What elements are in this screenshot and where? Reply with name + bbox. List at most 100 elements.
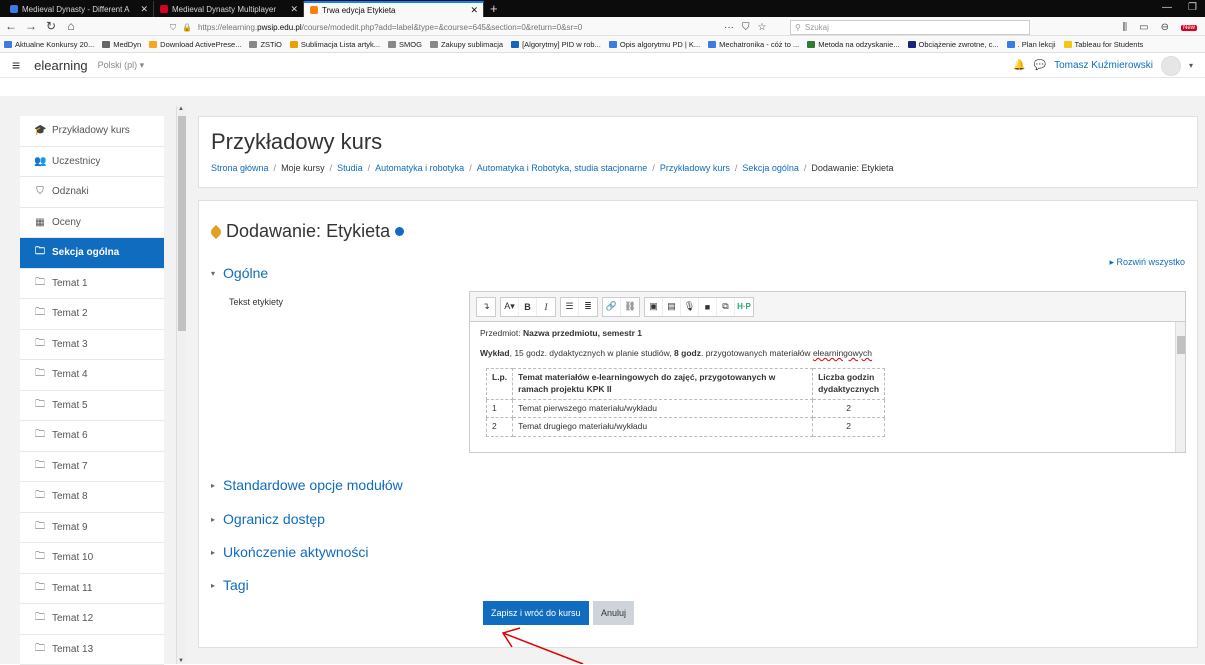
bookmark-item[interactable]: SMOG: [388, 40, 422, 49]
bookmark-item[interactable]: MedDyn: [102, 40, 141, 49]
star-icon[interactable]: ☆: [758, 22, 767, 33]
reload-icon[interactable]: ↻: [44, 19, 58, 33]
account-icon[interactable]: ⊖: [1161, 22, 1169, 33]
bookmark-item[interactable]: . Plan lekcji: [1007, 40, 1056, 49]
scroll-up-icon[interactable]: ▲: [178, 106, 184, 112]
bookmark-item[interactable]: Download ActivePrese...: [149, 40, 241, 49]
shield-icon[interactable]: ⛉: [170, 23, 176, 33]
chat-icon[interactable]: 💬: [1034, 60, 1046, 71]
bookmark-item[interactable]: Aktualne Konkursy 20...: [4, 40, 94, 49]
bookmark-item[interactable]: Tableau for Students: [1064, 40, 1144, 49]
numbered-list-icon[interactable]: ≣: [579, 298, 597, 316]
microphone-icon[interactable]: 🎙: [681, 298, 699, 316]
image-icon[interactable]: ▣: [645, 298, 663, 316]
bookmark-item[interactable]: [Algorytmy] PID w rob...: [511, 40, 601, 49]
section-module-settings[interactable]: ▸ Standardowe opcje modułów: [211, 477, 403, 493]
bookmark-item[interactable]: Obciążenie zwrotne, c...: [908, 40, 999, 49]
editor-content[interactable]: Przedmiot: Nazwa przedmiotu, semestr 1 W…: [470, 322, 1175, 452]
library-icon[interactable]: ⫼: [1123, 22, 1128, 33]
chevron-down-icon[interactable]: ▾: [1189, 61, 1193, 70]
bold-icon[interactable]: B: [519, 298, 537, 316]
home-icon[interactable]: ⌂: [64, 19, 78, 33]
section-restrict-access[interactable]: ▸ Ogranicz dostęp: [211, 511, 325, 527]
sidebar-item[interactable]: ⛉Odznaki: [20, 177, 164, 208]
scroll-down-icon[interactable]: ▼: [178, 658, 184, 664]
sidebar-item[interactable]: 🗀Temat 5: [20, 391, 164, 422]
language-selector[interactable]: Polski (pl) ▾: [98, 60, 145, 71]
close-icon[interactable]: ✕: [290, 4, 298, 15]
user-name[interactable]: Tomasz Kuźmierowski: [1054, 60, 1153, 71]
breadcrumb-item[interactable]: Automatyka i robotyka: [375, 163, 464, 173]
pocket-icon[interactable]: ⛉: [742, 22, 750, 33]
scrollbar-thumb[interactable]: [1177, 336, 1185, 354]
sidebar-item[interactable]: 🗀Temat 11: [20, 574, 164, 605]
bookmark-item[interactable]: Mechatronika - cóż to ...: [708, 40, 799, 49]
sidebar-item[interactable]: 🗀Sekcja ogólna: [20, 238, 164, 269]
close-icon[interactable]: ✕: [140, 4, 148, 15]
breadcrumb-item[interactable]: Sekcja ogólna: [742, 163, 799, 173]
sidebar-item[interactable]: 🗀Temat 10: [20, 543, 164, 574]
sidebar-item[interactable]: 🗀Temat 12: [20, 604, 164, 635]
help-icon[interactable]: [395, 227, 404, 236]
sidebar-item[interactable]: 🗀Temat 1: [20, 269, 164, 300]
italic-icon[interactable]: I: [537, 298, 555, 316]
page-scrollbar[interactable]: ▲ ▼: [176, 106, 186, 664]
collapse-icon[interactable]: ↴: [477, 298, 495, 316]
bookmark-item[interactable]: ZSTiO: [249, 40, 281, 49]
bullet-list-icon[interactable]: ☰: [561, 298, 579, 316]
user-menu[interactable]: 🔔 💬 Tomasz Kuźmierowski ▾: [1013, 53, 1193, 78]
breadcrumb-item[interactable]: Studia: [337, 163, 363, 173]
bookmark-item[interactable]: Zakupy sublimacja: [430, 40, 503, 49]
video-icon[interactable]: ■: [699, 298, 717, 316]
sidebar-icon[interactable]: ▭: [1139, 22, 1148, 33]
sidebar-item[interactable]: 🗀Temat 7: [20, 452, 164, 483]
bookmark-item[interactable]: Opis algorytmu PD | K...: [609, 40, 700, 49]
close-icon[interactable]: ✕: [470, 5, 478, 16]
minimize-icon[interactable]: —: [1162, 2, 1172, 13]
menu-icon[interactable]: ≡: [12, 57, 20, 73]
sidebar-item[interactable]: 👥Uczestnicy: [20, 147, 164, 178]
sidebar-item[interactable]: 🗀Temat 9: [20, 513, 164, 544]
section-general[interactable]: ▾ Ogólne: [211, 265, 268, 281]
text-style-icon[interactable]: A▾: [501, 298, 519, 316]
browser-tab[interactable]: Medieval Dynasty Multiplayer ✕: [154, 1, 304, 17]
section-tags[interactable]: ▸ Tagi: [211, 577, 249, 593]
url-bar[interactable]: ⛉ 🔒 https://elearning.pwsip.edu.pl/cours…: [164, 19, 724, 36]
sidebar-item[interactable]: ▦Oceny: [20, 208, 164, 239]
back-icon[interactable]: ←: [4, 19, 18, 33]
expand-all-link[interactable]: ▸ Rozwiń wszystko: [1109, 257, 1185, 268]
section-completion[interactable]: ▸ Ukończenie aktywności: [211, 544, 369, 560]
media-icon[interactable]: ▤: [663, 298, 681, 316]
sidebar-item[interactable]: 🗀Temat 8: [20, 482, 164, 513]
breadcrumb-item[interactable]: Strona główna: [211, 163, 269, 173]
sidebar-item[interactable]: 🗀Temat 4: [20, 360, 164, 391]
editor-scrollbar[interactable]: [1175, 322, 1185, 452]
avatar[interactable]: [1161, 56, 1181, 76]
scrollbar-thumb[interactable]: [178, 116, 186, 331]
link-icon[interactable]: 🔗: [603, 298, 621, 316]
bell-icon[interactable]: 🔔: [1013, 60, 1025, 71]
breadcrumb-item[interactable]: Przykładowy kurs: [660, 163, 730, 173]
sidebar-item[interactable]: 🗀Temat 3: [20, 330, 164, 361]
site-brand[interactable]: elearning: [34, 58, 88, 73]
save-return-button[interactable]: Zapisz i wróć do kursu: [483, 601, 589, 625]
browser-tab[interactable]: Medieval Dynasty - Different A ✕: [4, 1, 154, 17]
sidebar-item[interactable]: 🎓Przykładowy kurs: [20, 116, 164, 147]
sidebar-item[interactable]: 🗀Temat 6: [20, 421, 164, 452]
breadcrumb-item[interactable]: Automatyka i Robotyka, studia stacjonarn…: [477, 163, 648, 173]
more-icon[interactable]: ···: [724, 22, 734, 33]
maximize-icon[interactable]: ❐: [1188, 2, 1197, 13]
new-tab-icon[interactable]: +: [490, 1, 498, 16]
search-input[interactable]: ⚲ Szukaj: [790, 20, 1030, 35]
unlink-icon[interactable]: ⛓: [621, 298, 639, 316]
h5p-icon[interactable]: H·P: [735, 298, 753, 316]
copy-icon[interactable]: ⧉: [717, 298, 735, 316]
cancel-button[interactable]: Anuluj: [593, 601, 634, 625]
bookmark-item[interactable]: Metoda na odzyskanie...: [807, 40, 899, 49]
sidebar-item[interactable]: 🗀Temat 2: [20, 299, 164, 330]
sidebar-item[interactable]: 🗀Temat 13: [20, 635, 164, 665]
bookmark-item[interactable]: Sublimacja Lista artyk...: [290, 40, 380, 49]
browser-tab-active[interactable]: Trwa edycja Etykieta ✕: [304, 1, 484, 17]
new-badge[interactable]: New: [1181, 25, 1197, 31]
forward-icon[interactable]: →: [24, 19, 38, 33]
